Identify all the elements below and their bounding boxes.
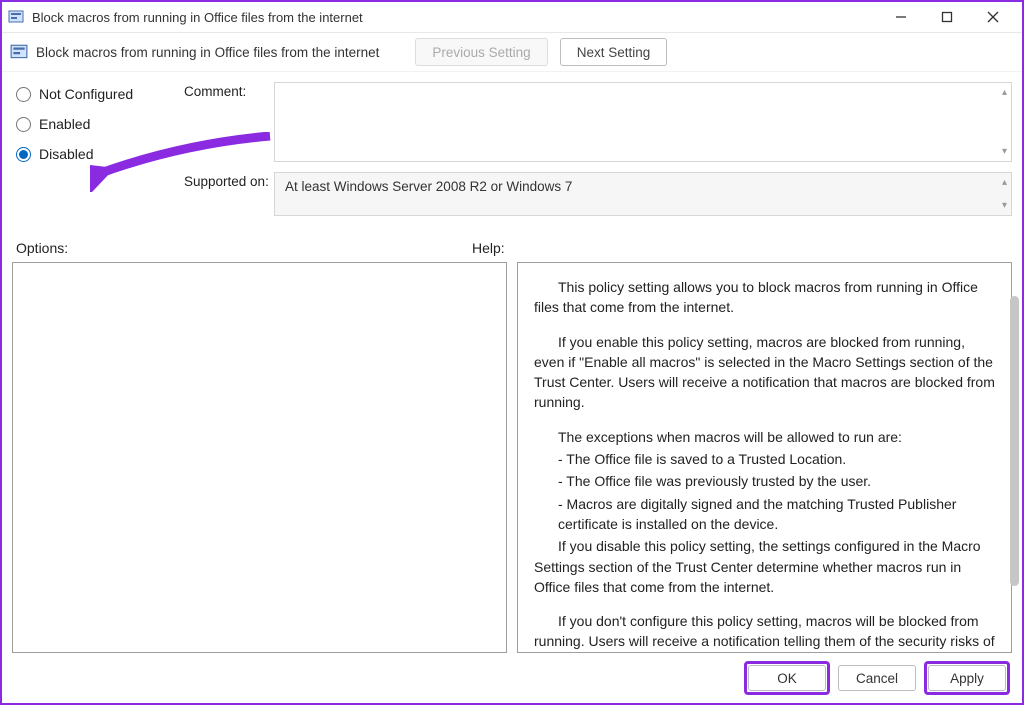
- setting-title: Block macros from running in Office file…: [36, 45, 379, 60]
- help-paragraph: If you disable this policy setting, the …: [534, 536, 995, 597]
- state-radio-group: Not Configured Enabled Disabled: [16, 82, 176, 216]
- help-paragraph: - The Office file is saved to a Trusted …: [534, 449, 995, 469]
- previous-setting-button[interactable]: Previous Setting: [415, 38, 547, 66]
- next-setting-button[interactable]: Next Setting: [560, 38, 668, 66]
- radio-enabled[interactable]: Enabled: [16, 116, 176, 132]
- radio-label: Disabled: [39, 146, 93, 162]
- panels-row: This policy setting allows you to block …: [2, 262, 1022, 653]
- comment-label: Comment:: [184, 82, 274, 162]
- radio-input[interactable]: [16, 147, 31, 162]
- group-policy-setting-window: Block macros from running in Office file…: [0, 0, 1024, 705]
- radio-input[interactable]: [16, 117, 31, 132]
- scrollbar-thumb[interactable]: [1010, 296, 1019, 586]
- policy-icon: [8, 9, 24, 25]
- radio-disabled[interactable]: Disabled: [16, 146, 176, 162]
- maximize-button[interactable]: [924, 3, 970, 31]
- options-panel: [12, 262, 507, 653]
- supported-on-textbox: At least Windows Server 2008 R2 or Windo…: [274, 172, 1012, 216]
- radio-label: Enabled: [39, 116, 90, 132]
- titlebar: Block macros from running in Office file…: [2, 2, 1022, 32]
- scroll-down-icon[interactable]: ▾: [1002, 200, 1007, 211]
- scroll-up-icon[interactable]: ▴: [1002, 177, 1007, 188]
- minimize-button[interactable]: [878, 3, 924, 31]
- help-panel: This policy setting allows you to block …: [517, 262, 1012, 653]
- help-header: Help:: [472, 240, 505, 256]
- help-paragraph: This policy setting allows you to block …: [534, 277, 995, 318]
- options-header: Options:: [16, 240, 472, 256]
- window-title: Block macros from running in Office file…: [32, 10, 878, 25]
- close-button[interactable]: [970, 3, 1016, 31]
- radio-not-configured[interactable]: Not Configured: [16, 86, 176, 102]
- dialog-footer: OK Cancel Apply: [2, 653, 1022, 703]
- help-paragraph: If you enable this policy setting, macro…: [534, 332, 995, 413]
- panel-headers: Options: Help:: [2, 222, 1022, 262]
- toolbar: Block macros from running in Office file…: [2, 32, 1022, 72]
- scroll-up-icon[interactable]: ▴: [1002, 87, 1007, 98]
- ok-button[interactable]: OK: [748, 665, 826, 691]
- state-area: Not Configured Enabled Disabled Comment:…: [2, 72, 1022, 222]
- help-paragraph: - Macros are digitally signed and the ma…: [534, 494, 995, 535]
- apply-button[interactable]: Apply: [928, 665, 1006, 691]
- help-paragraph: - The Office file was previously trusted…: [534, 471, 995, 491]
- radio-label: Not Configured: [39, 86, 133, 102]
- comment-textbox[interactable]: ▴ ▾: [274, 82, 1012, 162]
- help-paragraph: If you don't configure this policy setti…: [534, 611, 995, 652]
- help-text[interactable]: This policy setting allows you to block …: [518, 263, 1011, 652]
- help-paragraph: The exceptions when macros will be allow…: [534, 427, 995, 447]
- supported-on-label: Supported on:: [184, 172, 274, 216]
- scroll-down-icon[interactable]: ▾: [1002, 146, 1007, 157]
- cancel-button[interactable]: Cancel: [838, 665, 916, 691]
- supported-on-value: At least Windows Server 2008 R2 or Windo…: [285, 179, 572, 194]
- radio-input[interactable]: [16, 87, 31, 102]
- policy-icon: [10, 43, 28, 61]
